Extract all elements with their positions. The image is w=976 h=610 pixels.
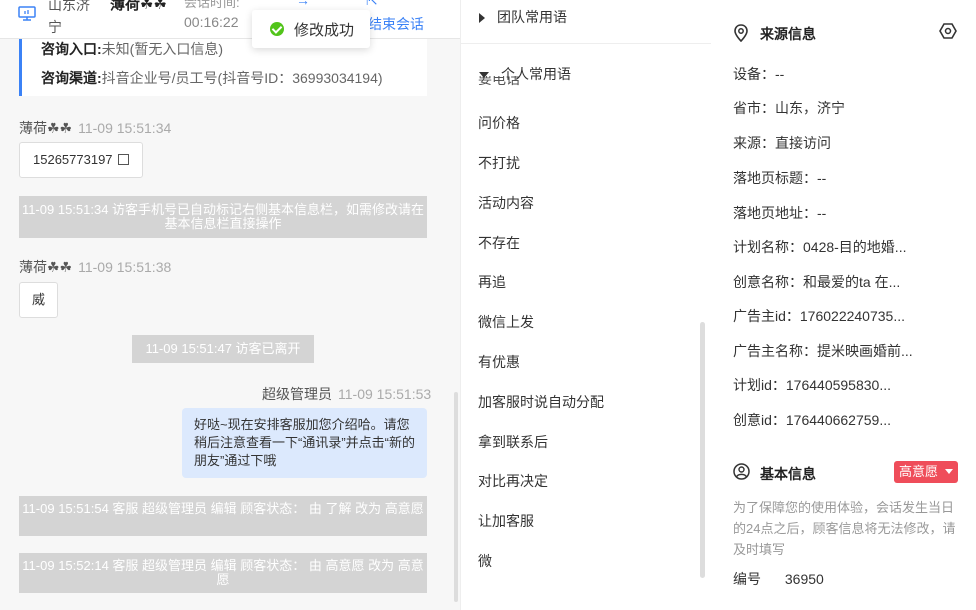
phrases-scrollbar[interactable] — [700, 322, 705, 578]
chat-scrollbar[interactable] — [454, 392, 458, 602]
agent-name: 超级管理员 — [262, 386, 332, 402]
entry-row: 咨询入口:未知(暂无入口信息) — [41, 39, 223, 59]
edit-notice: 为了保障您的使用体验，会话发生当日的24点之后，顾客信息将无法修改，请及时填写 — [733, 500, 956, 557]
system-message-text: 11-09 15:51:34 访客手机号已自动标记右侧基本信息栏，如需修改请在基… — [21, 202, 425, 231]
message-text: 好哒~现在安排客服加您介绍哈。请您稍后注意查看一下“通讯录”并点击“新的朋友”通… — [194, 417, 415, 468]
channel-value: 抖音企业号/员工号(抖音号ID：36993034194) — [101, 70, 383, 86]
creative-id-info: 创意id：176440662759... — [733, 412, 891, 428]
channel-row: 咨询渠道:抖音企业号/员工号(抖音号ID：36993034194) — [41, 68, 383, 88]
system-message: 11-09 15:51:54 客服 超级管理员 编辑 顾客状态： 由 了解 改为… — [19, 496, 427, 536]
message-sender: 薄荷☘☘ 11-09 15:51:34 — [19, 118, 171, 138]
agent-sender: 超级管理员 11-09 15:51:53 — [262, 384, 431, 404]
message-bubble[interactable]: 15265773197 — [19, 142, 144, 178]
chat-header: 山东济宁 薄荷☘☘ 会话时间: 00:16:22 → ⇱ 结束会话 — [0, 0, 460, 39]
customer-id-label: 编号 — [733, 571, 761, 587]
source-info-title: 来源信息 — [760, 26, 816, 42]
intent-status-label: 高意愿 — [899, 464, 939, 479]
phrase-item[interactable]: 再追 — [478, 272, 506, 292]
sender-name: 薄荷☘☘ — [19, 120, 73, 136]
transfer-icon[interactable]: → — [296, 0, 310, 8]
phrase-item[interactable]: 活动内容 — [478, 193, 534, 213]
group-team-phrases[interactable]: 团队常用语 — [479, 7, 567, 27]
intent-status-dropdown[interactable]: 高意愿 — [894, 461, 958, 483]
phrase-item[interactable]: 微 — [478, 551, 492, 571]
caret-down-icon — [479, 72, 489, 79]
system-message: 11-09 15:51:47 访客已离开 — [132, 335, 314, 363]
advertiser-id-info: 广告主id：176022240735... — [733, 308, 905, 324]
phrase-item[interactable]: 有优惠 — [478, 352, 520, 372]
message-sender: 薄荷☘☘ 11-09 15:51:38 — [19, 257, 171, 277]
divider — [461, 43, 711, 44]
quick-phrases-panel: 团队常用语 要电话 个人常用语 问价格 不打扰 活动内容 不存在 再追 微信上发… — [460, 0, 712, 610]
origin-info: 来源：直接访问 — [733, 135, 831, 151]
customer-id-value: 36950 — [784, 571, 824, 587]
system-message: 11-09 15:51:34 访客手机号已自动标记右侧基本信息栏，如需修改请在基… — [19, 196, 427, 238]
sender-name: 薄荷☘☘ — [19, 259, 73, 275]
entry-label: 咨询入口: — [41, 41, 102, 57]
group-label: 个人常用语 — [501, 66, 571, 82]
location-pin-icon — [734, 24, 748, 42]
phrase-item[interactable]: 微信上发 — [478, 312, 534, 332]
card-accent-bar — [19, 38, 22, 96]
landing-url-info: 落地页地址：-- — [733, 205, 827, 221]
caret-right-icon — [479, 13, 485, 24]
message-time: 11-09 15:51:38 — [78, 259, 172, 275]
check-circle-icon — [270, 22, 284, 36]
message-time: 11-09 15:51:53 — [338, 386, 432, 402]
phrase-item[interactable]: 拿到联系后 — [478, 432, 548, 452]
system-message-text: 11-09 15:52:14 客服 超级管理员 编辑 顾客状态： 由 高意愿 改… — [22, 558, 424, 587]
system-message-text: 11-09 15:51:54 客服 超级管理员 编辑 顾客状态： 由 了解 改为… — [22, 501, 424, 516]
group-personal-phrases[interactable]: 个人常用语 — [479, 64, 571, 84]
user-circle-icon — [733, 463, 750, 480]
message-text: 15265773197 — [33, 152, 113, 167]
basic-info-title: 基本信息 — [760, 466, 816, 482]
message-time: 11-09 15:51:34 — [78, 120, 172, 136]
phrase-item[interactable]: 对比再决定 — [478, 471, 548, 491]
message-text: 威 — [32, 292, 46, 307]
visitor-location: 山东济宁 — [48, 0, 90, 35]
group-label: 团队常用语 — [497, 9, 567, 25]
chat-panel: 咨询入口:未知(暂无入口信息) 咨询渠道:抖音企业号/员工号(抖音号ID：369… — [0, 0, 460, 610]
agent-message-bubble[interactable]: 好哒~现在安排客服加您介绍哈。请您稍后注意查看一下“通讯录”并点击“新的朋友”通… — [182, 408, 427, 478]
customer-info-panel: 来源信息 设备：-- 省市：山东，济宁 来源：直接访问 落地页标题：-- 落地页… — [711, 0, 976, 610]
creative-name-info: 创意名称：和最爱的ta 在... — [733, 274, 901, 290]
plan-id-info: 计划id：176440595830... — [733, 377, 891, 393]
phrase-item[interactable]: 问价格 — [478, 113, 520, 133]
phrase-item[interactable]: 不存在 — [478, 233, 520, 253]
session-time-label: 会话时间: — [184, 0, 240, 10]
phrase-item[interactable]: 让加客服 — [478, 511, 534, 531]
phrase-item[interactable]: 加客服时说自动分配 — [478, 392, 604, 412]
copy-icon[interactable] — [118, 154, 130, 165]
toast-text: 修改成功 — [294, 22, 355, 39]
device-info: 设备：-- — [733, 66, 785, 82]
province-info: 省市：山东，济宁 — [733, 100, 845, 116]
monitor-icon — [18, 6, 36, 21]
landing-title-info: 落地页标题：-- — [733, 170, 827, 186]
end-session-button[interactable]: 结束会话 — [368, 14, 424, 34]
system-message: 11-09 15:52:14 客服 超级管理员 编辑 顾客状态： 由 高意愿 改… — [19, 553, 427, 593]
message-bubble[interactable]: 威 — [19, 282, 59, 318]
advertiser-name-info: 广告主名称：提米映画婚前... — [733, 343, 913, 359]
visitor-name: 薄荷☘☘ — [110, 0, 167, 13]
entry-value: 未知(暂无入口信息) — [101, 41, 223, 57]
exit-icon[interactable]: ⇱ — [366, 0, 378, 9]
system-message-text: 11-09 15:51:47 访客已离开 — [145, 341, 301, 356]
caret-down-icon — [945, 469, 953, 474]
plan-name-info: 计划名称：0428-目的地婚... — [733, 239, 907, 255]
session-time: 00:16:22 — [184, 14, 239, 30]
phrase-item[interactable]: 不打扰 — [478, 153, 520, 173]
channel-label: 咨询渠道: — [41, 70, 102, 86]
customer-id-row: 编号 36950 — [733, 569, 824, 589]
settings-icon[interactable] — [939, 23, 957, 39]
success-toast: 修改成功 — [252, 10, 370, 48]
